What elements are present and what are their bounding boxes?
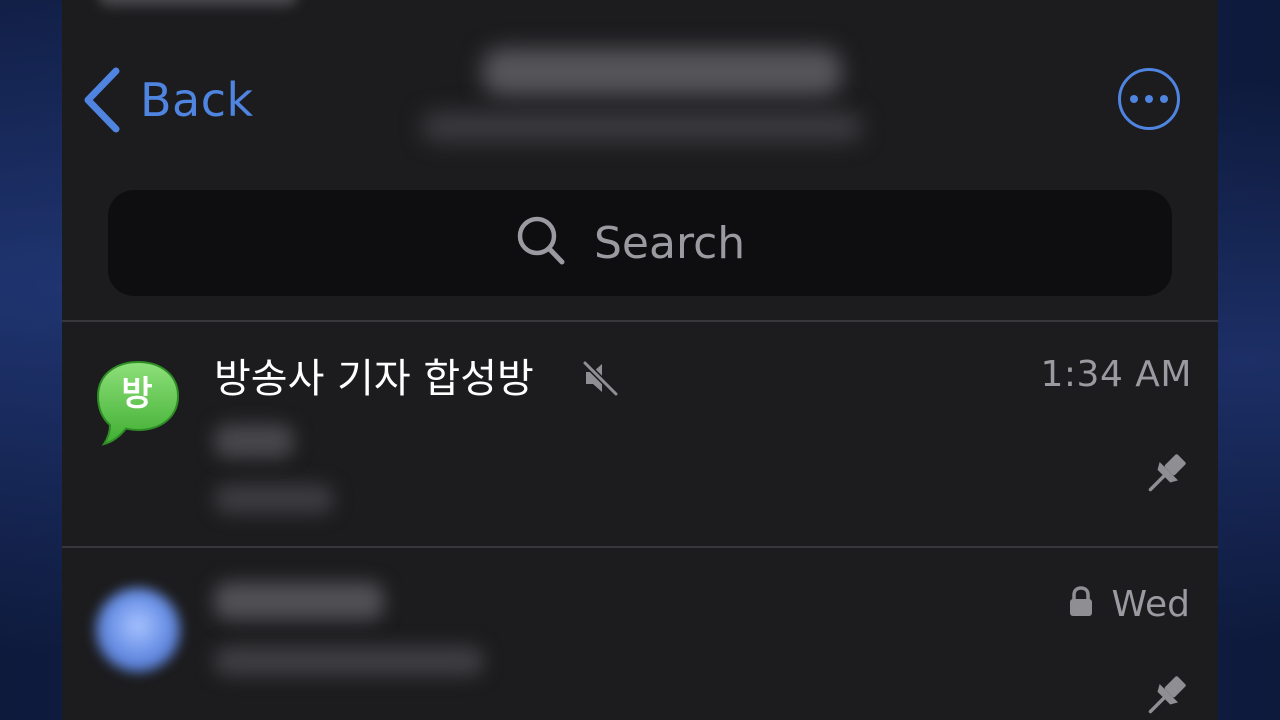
more-options-button[interactable] [1118,68,1180,130]
chat-avatar: 방 [94,358,182,448]
pin-icon [1142,450,1190,502]
chat-list-screen: Back Search 방 방송사 기자 합성방 1:34 AM Wed [62,0,1218,720]
chevron-left-icon [82,67,122,133]
message-preview-blurred [214,646,484,676]
chat-timestamp: Wed [1111,584,1191,625]
back-button[interactable]: Back [82,64,254,136]
ellipsis-dot [1145,95,1153,103]
chat-avatar-blurred [96,588,180,672]
avatar-initial: 방 [121,374,153,414]
chat-list-item[interactable]: 방 방송사 기자 합성방 1:34 AM [62,322,1218,546]
pin-icon [1142,672,1190,720]
muted-speaker-icon [582,358,620,402]
back-label: Back [140,73,254,127]
lock-icon [1068,586,1094,622]
search-input[interactable] [594,217,764,269]
search-bar[interactable] [108,190,1172,296]
ellipsis-dot [1160,95,1168,103]
chat-list-item[interactable]: Wed [62,548,1218,720]
status-bar-blurred [98,0,298,6]
chat-name: 방송사 기자 합성방 [214,356,534,402]
message-preview-blurred [214,424,294,458]
chat-timestamp: 1:34 AM [1040,354,1192,395]
search-icon [516,215,566,271]
chat-name-blurred [214,582,384,620]
message-preview-blurred [214,484,334,514]
chat-subtitle-blurred [422,112,862,142]
ellipsis-dot [1130,95,1138,103]
chat-title-blurred [482,48,842,96]
